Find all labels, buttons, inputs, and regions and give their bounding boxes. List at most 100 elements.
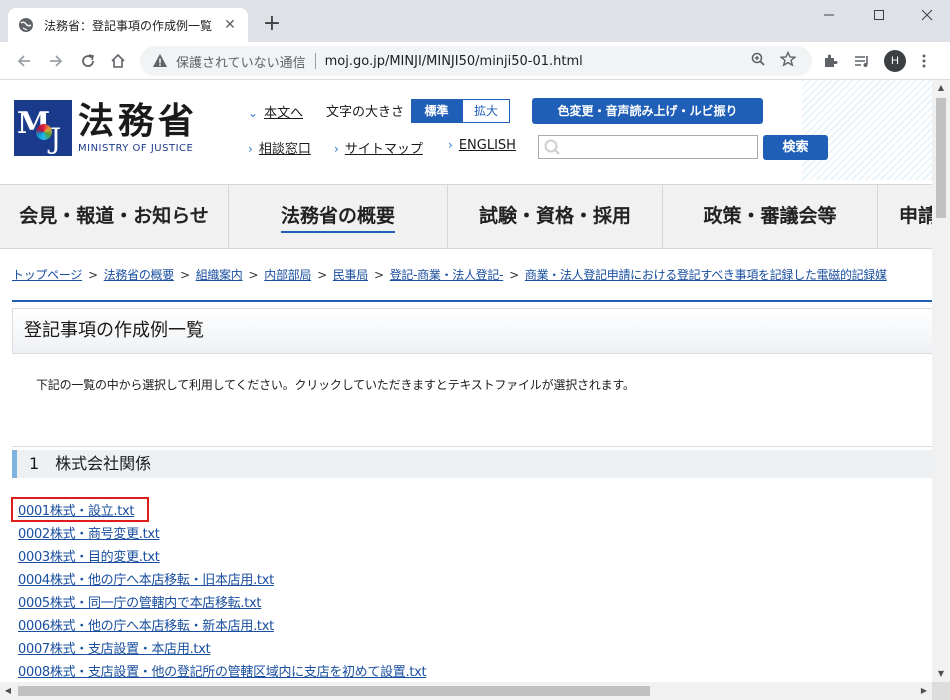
breadcrumb-item[interactable]: 内部部局 (264, 268, 311, 282)
consult-link[interactable]: › 相談窓口 (248, 138, 311, 157)
breadcrumb-item[interactable]: 組織案内 (196, 268, 243, 282)
scroll-down-icon[interactable]: ▼ (932, 666, 950, 682)
scrollbar-thumb[interactable] (18, 686, 650, 696)
home-icon (111, 53, 125, 68)
font-size-label: 文字の大きさ (326, 105, 405, 120)
nav-item-news[interactable]: 会見・報道・お知らせ (0, 185, 229, 248)
page-viewport: M J 法務省 MINISTRY OF JUSTICE ⌄ 本文へ 文字の大きさ … (0, 80, 932, 682)
logo-english: MINISTRY OF JUSTICE (78, 142, 194, 154)
moj-logo-mark: M J (14, 100, 72, 156)
file-link[interactable]: 0004株式・他の庁へ本店移転・旧本店用.txt (18, 569, 426, 592)
sitemap-link[interactable]: › サイトマップ (334, 138, 423, 157)
scrollbar-thumb[interactable] (936, 98, 946, 218)
address-bar[interactable]: 保護されていない通信 moj.go.jp/MINJI/MINJI50/minji… (140, 46, 812, 76)
security-status[interactable]: 保護されていない通信 (176, 52, 306, 71)
breadcrumb-item[interactable]: 登記-商業・法人登記- (390, 268, 504, 282)
search-field[interactable] (538, 135, 758, 159)
star-icon (779, 50, 797, 67)
chevron-right-icon: > (248, 268, 259, 282)
warning-icon (153, 54, 167, 67)
maximize-icon (874, 10, 884, 20)
chevron-down-icon: ⌄ (248, 106, 259, 120)
scroll-right-icon[interactable]: ▶ (916, 682, 932, 700)
header-decoration (802, 80, 932, 180)
divider (12, 446, 932, 447)
maximize-button[interactable] (864, 4, 894, 26)
puzzle-icon (825, 54, 838, 67)
search-icon (544, 139, 560, 155)
tab-title: 法務省：登記事項の作成例一覧 (44, 18, 213, 33)
browser-tab[interactable]: 法務省：登記事項の作成例一覧 ✕ (8, 8, 248, 42)
highlight-box (11, 497, 149, 522)
bookmark-star-button[interactable] (776, 50, 800, 71)
accessibility-button[interactable]: 色変更・音声読み上げ・ルビ振り (532, 98, 763, 124)
nav-item-policy[interactable]: 政策・審議会等 (663, 185, 878, 248)
kebab-menu-icon (922, 54, 926, 68)
breadcrumb-item[interactable]: 法務省の概要 (104, 268, 175, 282)
nav-item-application[interactable]: 申請 (878, 185, 932, 248)
breadcrumb: トップページ > 法務省の概要 > 組織案内 > 内部部局 > 民事局 > 登記-商業・法人登記- >… (12, 266, 887, 283)
chevron-right-icon: › (448, 138, 453, 152)
page-title-box: 登記事項の作成例一覧 (12, 308, 932, 354)
minimize-icon (824, 14, 834, 16)
reading-list-button[interactable] (850, 49, 874, 73)
back-button[interactable] (12, 49, 36, 73)
font-large-button[interactable]: 拡大 (462, 99, 510, 123)
forward-button[interactable] (44, 49, 68, 73)
english-link[interactable]: › ENGLISH (448, 138, 516, 153)
logo-kanji: 法務省 (78, 100, 199, 142)
minimize-button[interactable] (814, 4, 844, 26)
chevron-right-icon: > (509, 268, 519, 282)
profile-avatar[interactable]: H (884, 50, 906, 72)
close-tab-icon[interactable]: ✕ (222, 17, 238, 33)
nav-item-exams[interactable]: 試験・資格・採用 (448, 185, 663, 248)
reload-icon (82, 54, 94, 67)
page-title: 登記事項の作成例一覧 (24, 320, 204, 341)
skip-to-content-link[interactable]: ⌄ 本文へ (248, 102, 303, 121)
browser-toolbar: 保護されていない通信 moj.go.jp/MINJI/MINJI50/minji… (0, 42, 950, 80)
section-heading: 1 株式会社関係 (12, 450, 932, 478)
horizontal-scrollbar[interactable]: ◀ ▶ (0, 682, 950, 700)
forward-arrow-icon (50, 55, 63, 67)
file-link[interactable]: 0003株式・目的変更.txt (18, 546, 426, 569)
file-link[interactable]: 0005株式・同一庁の管轄内で本店移転.txt (18, 592, 426, 615)
close-window-button[interactable] (912, 4, 942, 26)
chevron-right-icon: › (334, 142, 339, 156)
site-logo[interactable]: M J 法務省 MINISTRY OF JUSTICE (14, 100, 198, 156)
chevron-right-icon: > (317, 268, 327, 282)
chevron-right-icon: › (248, 142, 253, 156)
file-link[interactable]: 0006株式・他の庁へ本店移転・新本店用.txt (18, 615, 426, 638)
menu-button[interactable] (912, 49, 936, 73)
scroll-left-icon[interactable]: ◀ (0, 682, 16, 700)
divider (314, 53, 316, 69)
extensions-button[interactable] (818, 49, 842, 73)
search-input[interactable] (565, 136, 755, 158)
chevron-right-icon: > (373, 268, 384, 282)
search-button[interactable]: 検索 (763, 135, 828, 160)
globe-icon (19, 18, 33, 32)
vertical-scrollbar[interactable]: ▲ ▼ (932, 80, 950, 682)
tab-strip: 法務省：登記事項の作成例一覧 ✕ + (0, 0, 950, 42)
font-standard-button[interactable]: 標準 (411, 99, 462, 123)
scrollbar-corner (932, 682, 950, 700)
reload-button[interactable] (76, 49, 100, 73)
close-icon (921, 9, 933, 21)
global-nav: 会見・報道・お知らせ 法務省の概要 試験・資格・採用 政策・審議会等 申請 (0, 184, 932, 249)
nav-item-about[interactable]: 法務省の概要 (229, 185, 448, 248)
chevron-right-icon: > (87, 268, 98, 282)
breadcrumb-item[interactable]: 商業・法人登記申請における登記すべき事項を記録した電磁的記録媒 (525, 268, 887, 282)
divider (12, 300, 932, 302)
new-tab-button[interactable]: + (260, 12, 284, 36)
scroll-up-icon[interactable]: ▲ (932, 80, 950, 96)
intro-text: 下記の一覧の中から選択して利用してください。クリックしていただきますとテキストフ… (36, 378, 635, 392)
url-text[interactable]: moj.go.jp/MINJI/MINJI50/minji50-01.html (325, 54, 740, 69)
media-queue-icon (855, 56, 868, 67)
file-link[interactable]: 0002株式・商号変更.txt (18, 523, 426, 546)
breadcrumb-item[interactable]: トップページ (12, 268, 82, 282)
file-link[interactable]: 0008株式・支店設置・他の登記所の管轄区域内に支店を初めて設置.txt (18, 661, 427, 682)
breadcrumb-item[interactable]: 民事局 (333, 268, 368, 282)
zoom-icon (751, 52, 765, 66)
zoom-button[interactable] (746, 51, 770, 71)
file-link[interactable]: 0007株式・支店設置・本店用.txt (18, 638, 426, 661)
home-button[interactable] (106, 49, 130, 73)
